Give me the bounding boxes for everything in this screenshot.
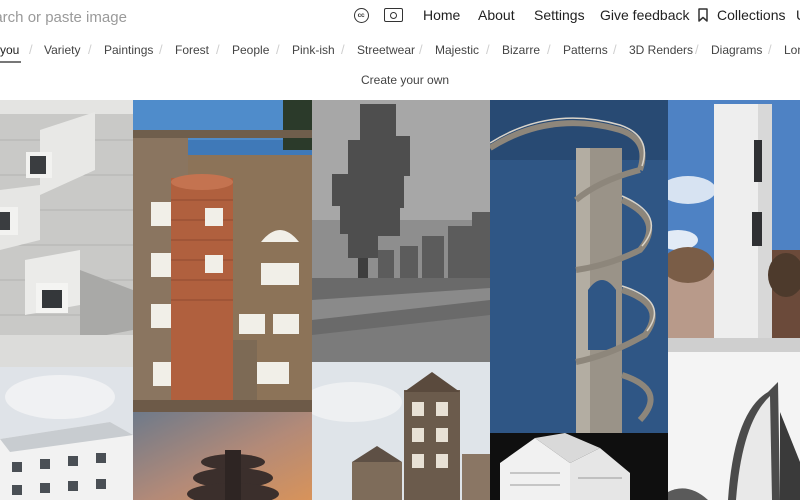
image-tile[interactable] <box>312 362 490 500</box>
category-majestic[interactable]: Majestic <box>435 43 479 57</box>
category-separator: / <box>547 42 551 57</box>
image-tile[interactable] <box>0 100 133 367</box>
image-tile[interactable] <box>133 100 312 412</box>
category-streetwear[interactable]: Streetwear <box>357 43 415 57</box>
category-separator: / <box>419 42 423 57</box>
nav-overflow[interactable]: U <box>796 7 800 23</box>
category-separator: / <box>613 42 617 57</box>
cc-license-icon[interactable]: cc <box>352 5 370 25</box>
category-separator: / <box>88 42 92 57</box>
category-bar: you / Variety / Paintings / Forest / Peo… <box>0 40 800 64</box>
nav-home[interactable]: Home <box>423 7 460 23</box>
category-separator: / <box>216 42 220 57</box>
image-tile[interactable] <box>312 100 490 362</box>
image-tile[interactable] <box>133 412 312 500</box>
image-tile[interactable] <box>668 352 800 500</box>
create-your-own-link[interactable]: Create your own <box>361 73 449 87</box>
category-forest[interactable]: Forest <box>175 43 209 57</box>
nav-settings[interactable]: Settings <box>534 7 585 23</box>
category-you[interactable]: you <box>0 43 19 57</box>
nav-about[interactable]: About <box>478 7 515 23</box>
active-category-indicator <box>0 61 21 63</box>
category-separator: / <box>768 42 772 57</box>
category-paintings[interactable]: Paintings <box>104 43 153 57</box>
category-separator: / <box>276 42 280 57</box>
tile-image <box>312 100 490 362</box>
tile-image <box>668 352 800 500</box>
search-input[interactable] <box>0 6 326 28</box>
category-pink-ish[interactable]: Pink-ish <box>292 43 335 57</box>
image-tile[interactable] <box>668 100 800 352</box>
category-separator: / <box>159 42 163 57</box>
category-diagrams[interactable]: Diagrams <box>711 43 762 57</box>
top-bar: cc Home About Settings Give feedback Col… <box>0 0 800 32</box>
tile-image <box>668 100 800 352</box>
category-3d-renders[interactable]: 3D Renders <box>629 43 693 57</box>
image-tile[interactable] <box>0 367 133 500</box>
category-people[interactable]: People <box>232 43 269 57</box>
category-separator: / <box>29 42 33 57</box>
category-separator: / <box>486 42 490 57</box>
tile-image <box>133 412 312 500</box>
image-tile[interactable] <box>490 100 668 433</box>
nav-collections[interactable]: Collections <box>717 7 785 23</box>
tile-image <box>312 362 490 500</box>
tile-image <box>133 100 312 412</box>
category-patterns[interactable]: Patterns <box>563 43 608 57</box>
tile-image <box>0 100 133 367</box>
bookmark-icon[interactable] <box>698 8 708 22</box>
image-tile[interactable] <box>490 433 668 500</box>
cc-license-glyph: cc <box>353 7 369 23</box>
category-long[interactable]: Lon <box>784 43 800 57</box>
image-search-icon[interactable] <box>382 5 404 25</box>
category-bizarre[interactable]: Bizarre <box>502 43 540 57</box>
category-separator: / <box>695 42 699 57</box>
tile-image <box>0 367 133 500</box>
tile-image <box>490 100 668 433</box>
tile-image <box>490 433 668 500</box>
category-variety[interactable]: Variety <box>44 43 80 57</box>
nav-give-feedback[interactable]: Give feedback <box>600 7 690 23</box>
category-separator: / <box>341 42 345 57</box>
